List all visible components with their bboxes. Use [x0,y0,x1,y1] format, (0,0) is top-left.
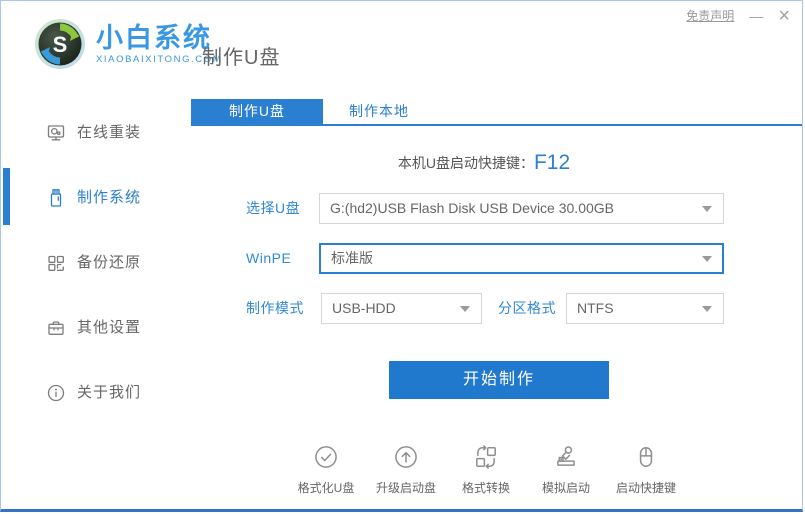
tool-label: 格式转换 [462,479,510,496]
boot-hotkey-line: 本机U盘启动快捷键：F12 [186,151,782,175]
chevron-down-icon [702,206,712,212]
sidebar-item-make-system[interactable]: 制作系统 [1,178,186,218]
winpe-value: 标准版 [331,245,373,272]
grid-icon [46,253,66,273]
partition-dropdown[interactable]: NTFS [566,293,724,324]
briefcase-icon [46,318,66,338]
close-button[interactable]: × [778,8,790,24]
sidebar-item-online-reinstall[interactable]: 在线重装 [1,113,186,153]
start-make-button[interactable]: 开始制作 [389,361,609,399]
partition-value: NTFS [577,294,614,323]
tool-label: 升级启动盘 [376,479,436,496]
usb-drive-icon [46,188,66,208]
sidebar-item-label: 其他设置 [77,308,141,348]
chevron-down-icon [702,256,712,262]
sidebar-item-label: 在线重装 [77,113,141,153]
minimize-button[interactable]: — [749,8,763,24]
stamp-icon [553,444,579,475]
svg-text:S: S [53,32,68,57]
mode-dropdown[interactable]: USB-HDD [321,293,482,324]
sidebar-item-label: 关于我们 [77,373,141,413]
usb-select-value: G:(hd2)USB Flash Disk USB Device 30.00GB [330,194,614,223]
sidebar-item-other-settings[interactable]: 其他设置 [1,308,186,348]
tool-label: 格式化U盘 [298,479,355,496]
page-title: 制作U盘 [202,41,280,70]
winpe-dropdown[interactable]: 标准版 [319,243,724,274]
tool-label: 启动快捷键 [616,479,676,496]
boot-hotkey-value: F12 [534,151,570,174]
arrow-up-circle-icon [393,444,419,475]
mouse-icon [633,444,659,475]
chevron-down-icon [702,306,712,312]
convert-icon [473,444,499,475]
tab-make-local[interactable]: 制作本地 [323,99,435,124]
check-circle-icon [313,444,339,475]
tool-format-usb[interactable]: 格式化U盘 [286,444,366,496]
usb-select-label: 选择U盘 [246,193,300,224]
tool-format-convert[interactable]: 格式转换 [446,444,526,496]
chevron-down-icon [460,306,470,312]
info-icon [46,383,66,403]
sidebar-item-about-us[interactable]: 关于我们 [1,373,186,413]
tool-label: 模拟启动 [542,479,590,496]
partition-label: 分区格式 [498,293,556,324]
tool-boot-hotkeys[interactable]: 启动快捷键 [606,444,686,496]
boot-hotkey-label: 本机U盘启动快捷键： [398,155,534,171]
brand-logo-icon: S [34,18,86,70]
bottom-toolbar: 格式化U盘 升级启动盘 格式转换 [286,444,686,496]
tab-make-usb[interactable]: 制作U盘 [191,99,323,124]
sidebar-item-backup-restore[interactable]: 备份还原 [1,243,186,283]
usb-select-dropdown[interactable]: G:(hd2)USB Flash Disk USB Device 30.00GB [319,193,724,224]
tab-underline [191,124,802,126]
titlebar-controls: 免责声明 — × [686,7,790,24]
tool-upgrade-boot-disk[interactable]: 升级启动盘 [366,444,446,496]
winpe-label: WinPE [246,243,291,274]
mode-value: USB-HDD [332,294,396,323]
disclaimer-link[interactable]: 免责声明 [686,7,734,24]
app-window: 免责声明 — × S 小白系统 XIAOBAIXITONG.COM 制作U盘 [0,0,803,512]
sidebar-item-label: 备份还原 [77,243,141,283]
tool-simulate-boot[interactable]: 模拟启动 [526,444,606,496]
monitor-icon [46,123,66,143]
mode-label: 制作模式 [246,293,304,324]
sidebar-item-label: 制作系统 [77,178,141,218]
